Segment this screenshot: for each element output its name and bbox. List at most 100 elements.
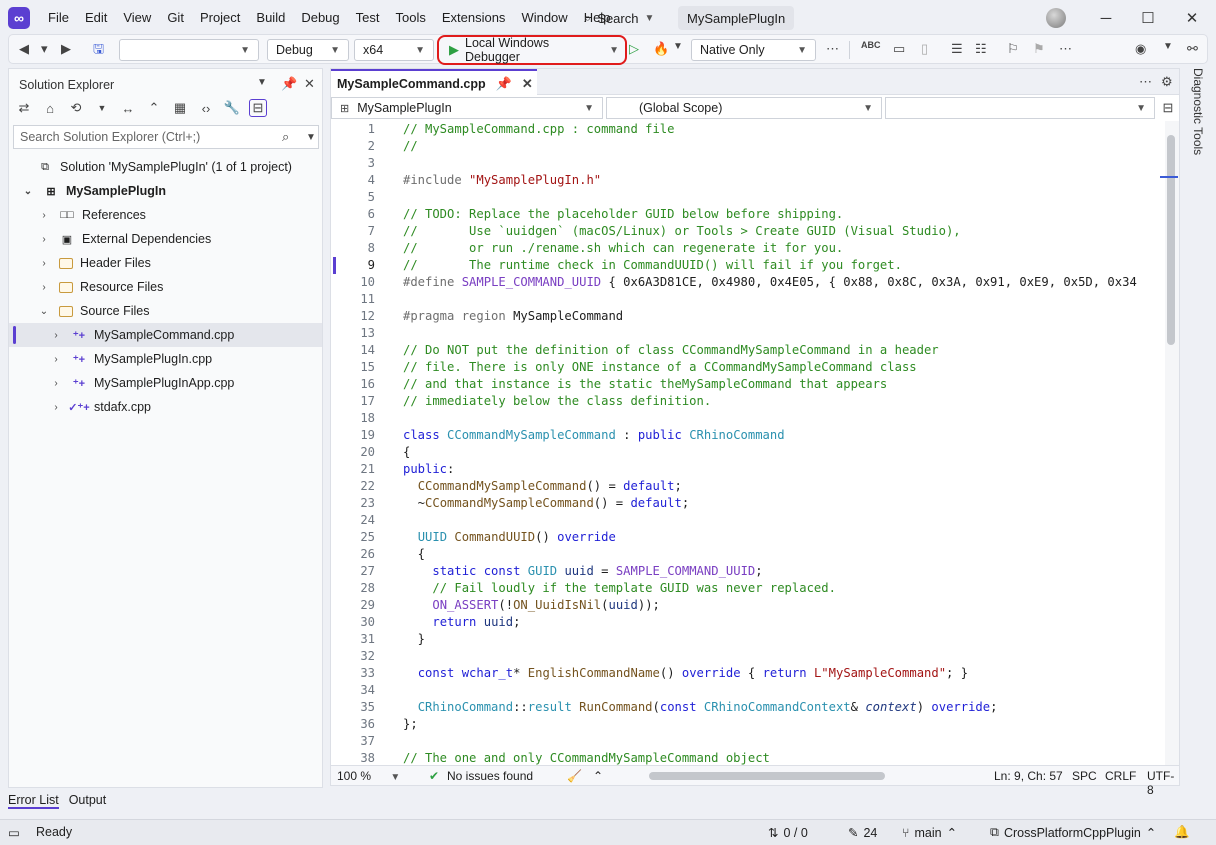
start-without-debugging-icon[interactable]: ▷ (629, 41, 639, 57)
code-area[interactable]: 1 // MySampleCommand.cpp : command file 2 /… (331, 121, 1165, 765)
menu-item-tools[interactable]: Tools (387, 10, 433, 25)
cursor-position[interactable]: Ln: 9, Ch: 57 (994, 769, 1063, 783)
menu-item-git[interactable]: Git (159, 10, 192, 25)
code-line[interactable]: 26 { (331, 546, 1165, 563)
back-dropdown-icon[interactable]: ▾ (41, 41, 48, 57)
file-item[interactable]: › ⁺+ MySampleCommand.cpp (9, 323, 322, 347)
start-debugging-button[interactable]: ▶ Local Windows Debugger ▼ (437, 35, 627, 65)
configuration-combo[interactable]: Debug ▼ (267, 39, 349, 61)
tree-item-references[interactable]: › □□ References (9, 203, 322, 227)
expand-icon[interactable]: ⌄ (21, 186, 35, 197)
notifications-panel-icon[interactable]: ▭ (8, 825, 20, 840)
sync-with-active-document-icon[interactable]: ↔ (119, 99, 137, 117)
tree-item-external-dependencies[interactable]: › ▣ External Dependencies (9, 227, 322, 251)
tree-item-resource-files[interactable]: › Resource Files (9, 275, 322, 299)
bookmark-next-icon[interactable]: ⚑ (1033, 41, 1045, 57)
file-encoding[interactable]: UTF-8 (1147, 769, 1179, 797)
more-options-icon[interactable]: ⋯ (1059, 41, 1072, 57)
git-branch[interactable]: ⑂ main ⌃ (902, 825, 957, 841)
collapse-all-icon[interactable]: ⌃ (145, 99, 163, 117)
chevron-down-icon[interactable]: ▼ (673, 41, 683, 52)
whitespace-mode[interactable]: SPC (1072, 769, 1097, 783)
code-line[interactable]: 15 // file. There is only ONE instance of… (331, 359, 1165, 376)
comment-icon[interactable]: ▭ (893, 41, 905, 57)
line-endings[interactable]: CRLF (1105, 769, 1136, 783)
indent-icon[interactable]: ☷ (975, 41, 987, 57)
code-line[interactable]: 5 (331, 189, 1165, 206)
copilot-icon[interactable]: ◉ (1135, 41, 1146, 57)
member-combo[interactable]: ▼ (885, 97, 1155, 119)
menu-item-window[interactable]: Window (513, 10, 575, 25)
properties-icon[interactable]: 🔧 (223, 99, 241, 117)
file-item[interactable]: › ⁺+ MySamplePlugIn.cpp (9, 347, 322, 371)
issues-status[interactable]: No issues found (447, 769, 533, 783)
expand-icon[interactable]: › (49, 330, 63, 341)
search-menu[interactable]: ⌕ Search ▼ (584, 10, 654, 26)
code-line[interactable]: 37 (331, 733, 1165, 750)
solution-configurations-combo[interactable]: ▼ (119, 39, 259, 61)
scope-combo[interactable]: (Global Scope) ▼ (606, 97, 882, 119)
bookmark-icon[interactable]: ⚐ (1007, 41, 1019, 57)
chevron-down-icon[interactable]: ▼ (609, 45, 619, 56)
code-line[interactable]: 35 CRhinoCommand::result RunCommand(cons… (331, 699, 1165, 716)
chevron-up-icon[interactable]: ⌃ (593, 769, 603, 783)
code-line[interactable]: 8 // or run ./rename.sh which can regener… (331, 240, 1165, 257)
menu-item-test[interactable]: Test (348, 10, 388, 25)
close-icon[interactable]: ✕ (522, 76, 533, 92)
zoom-combo[interactable]: 100 % ▼ (337, 769, 400, 783)
code-line[interactable]: 24 (331, 512, 1165, 529)
tab-output[interactable]: Output (69, 793, 107, 809)
pending-edits[interactable]: ✎ 24 (848, 825, 877, 841)
avatar[interactable] (1046, 8, 1066, 28)
menu-item-debug[interactable]: Debug (293, 10, 347, 25)
expand-icon[interactable]: › (37, 234, 51, 245)
code-line[interactable]: 6 // TODO: Replace the placeholder GUID b… (331, 206, 1165, 223)
menu-item-view[interactable]: View (115, 10, 159, 25)
forward-icon[interactable]: ▶ (61, 41, 71, 57)
code-line[interactable]: 25 UUID CommandUUID() override (331, 529, 1165, 546)
code-line[interactable]: 31 } (331, 631, 1165, 648)
git-repository[interactable]: ⧉ CrossPlatformCppPlugin ⌃ (990, 825, 1156, 840)
code-line[interactable]: 1 // MySampleCommand.cpp : command file (331, 121, 1165, 138)
save-all-icon[interactable]: 🖫 (93, 40, 104, 62)
code-line[interactable]: 21 public: (331, 461, 1165, 478)
project-combo[interactable]: ⊞ MySamplePlugIn ▼ (331, 97, 603, 119)
solution-node[interactable]: ⧉ Solution 'MySamplePlugIn' (1 of 1 proj… (9, 155, 322, 179)
history-icon[interactable]: ⟲ (67, 99, 85, 117)
code-line[interactable]: 12 #pragma region MySampleCommand (331, 308, 1165, 325)
tree-item-header-files[interactable]: › Header Files (9, 251, 322, 275)
solution-explorer-search-input[interactable]: Search Solution Explorer (Ctrl+;) ⌕ ▼ (13, 125, 319, 149)
code-line[interactable]: 34 (331, 682, 1165, 699)
file-item[interactable]: › ⁺+ MySamplePlugInApp.cpp (9, 371, 322, 395)
code-line[interactable]: 3 (331, 155, 1165, 172)
menu-item-extensions[interactable]: Extensions (434, 10, 514, 25)
sync-icon[interactable]: ⇄ (15, 99, 33, 117)
code-line[interactable]: 16 // and that instance is the static the… (331, 376, 1165, 393)
code-line[interactable]: 29 ON_ASSERT(!ON_UuidIsNil(uuid)); (331, 597, 1165, 614)
horizontal-scrollbar-thumb[interactable] (649, 772, 885, 780)
project-node[interactable]: ⌄ ⊞ MySamplePlugIn (9, 179, 322, 203)
tree-item-source-files[interactable]: ⌄ Source Files (9, 299, 322, 323)
search-icon[interactable]: ⌕ (282, 129, 289, 145)
code-line[interactable]: 18 (331, 410, 1165, 427)
code-line[interactable]: 13 (331, 325, 1165, 342)
maximize-icon[interactable]: ☐ (1135, 6, 1161, 30)
code-line[interactable]: 2 // (331, 138, 1165, 155)
live-share-icon[interactable]: ⚯ (1187, 41, 1198, 57)
debug-mode-combo[interactable]: Native Only ▼ (691, 39, 816, 61)
preview-selected-items-icon[interactable]: ⊟ (249, 99, 267, 117)
home-icon[interactable]: ⌂ (41, 99, 59, 117)
tab-error-list[interactable]: Error List (8, 793, 59, 809)
git-changes[interactable]: ⇅ 0 / 0 (768, 825, 808, 841)
code-line[interactable]: 20 { (331, 444, 1165, 461)
code-line[interactable]: 19 class CCommandMySampleCommand : public… (331, 427, 1165, 444)
code-line[interactable]: 36}; (331, 716, 1165, 733)
close-icon[interactable]: ✕ (1179, 6, 1205, 30)
code-line[interactable]: 38 // The one and only CCommandMySampleCo… (331, 750, 1165, 765)
outdent-icon[interactable]: ☰ (951, 41, 963, 57)
collapse-icon[interactable]: ⌄ (37, 306, 51, 317)
chevron-down-icon[interactable]: ▼ (306, 132, 316, 143)
expand-icon[interactable]: › (49, 402, 63, 413)
expand-icon[interactable]: › (37, 258, 51, 269)
hot-reload-icon[interactable]: 🔥 (653, 41, 669, 57)
